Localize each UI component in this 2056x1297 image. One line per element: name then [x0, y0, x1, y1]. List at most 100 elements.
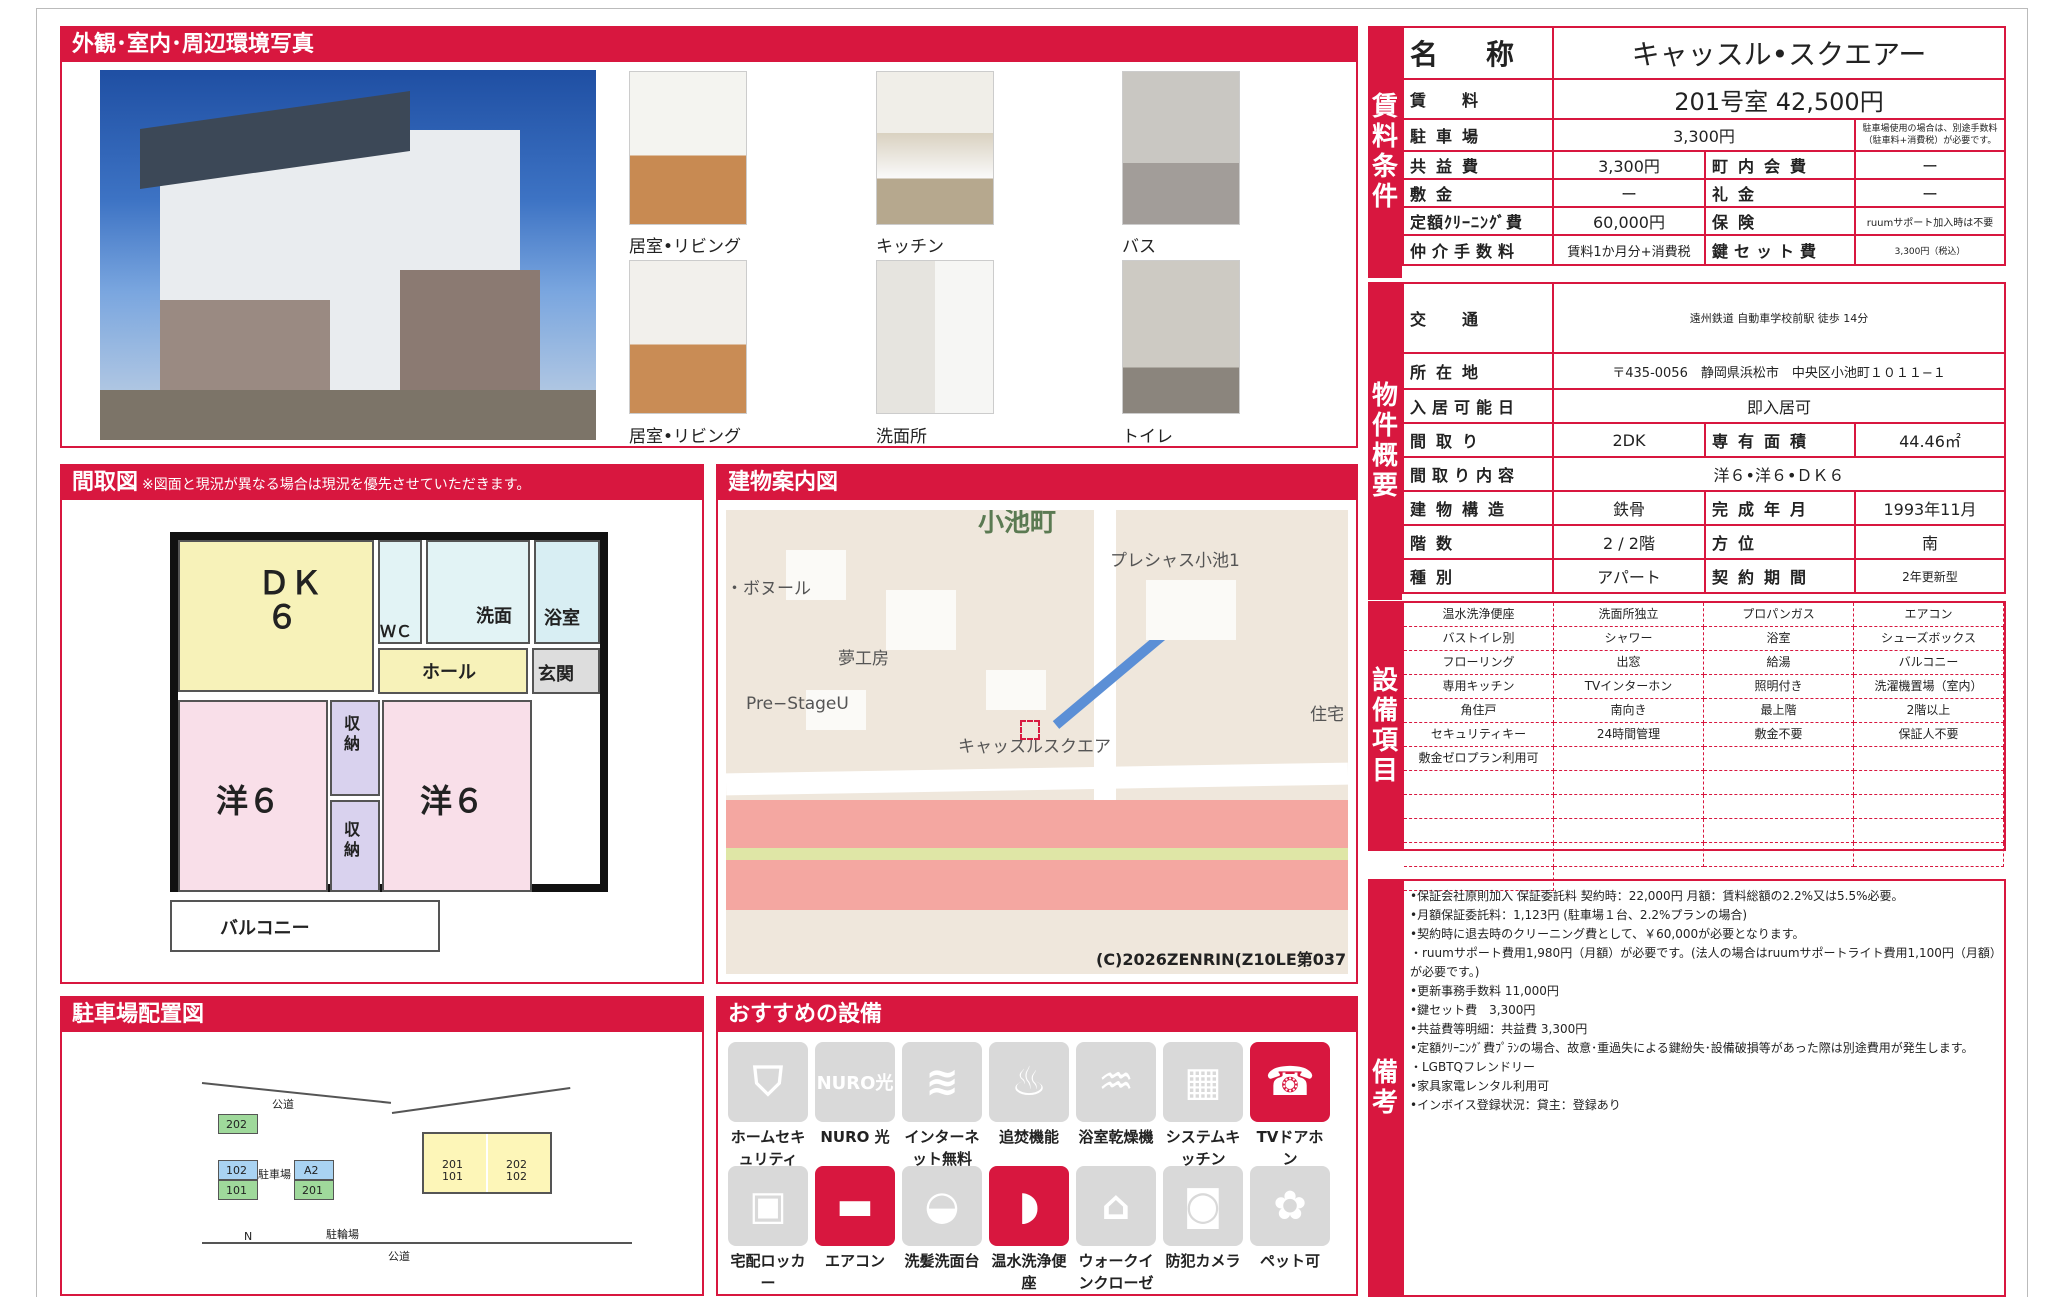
common-fee-value: 3,300円	[1552, 150, 1706, 180]
equipment-item	[1404, 819, 1554, 843]
feature-label: インターネット無料	[904, 1128, 980, 1168]
feature-label: システムキッチン	[1165, 1128, 1241, 1168]
feature-label: ペット可	[1259, 1252, 1320, 1270]
equipment-item	[1854, 819, 2004, 843]
remark-line: •定額ｸﾘｰﾆﾝｸﾞ費ﾌﾟﾗﾝの場合、故意･重過失による鍵紛失･設備破損等があっ…	[1410, 1041, 1974, 1055]
feature-bathtub: ♨ 追焚機能	[989, 1042, 1069, 1148]
parking-bike-label: 駐輪場	[326, 1228, 359, 1241]
address-value: 〒435-0056 静岡県浜松市 中央区小池町１０１１−１	[1552, 352, 2006, 390]
floorplan-panel: 間取図 ※図面と現況が異なる場合は現況を優先させていただきます。 ＤＫ ６ ＷＣ …	[60, 464, 704, 984]
floorplan-note: ※図面と現況が異なる場合は現況を優先させていただきます。	[142, 477, 531, 493]
name-label: 名 称	[1402, 26, 1554, 80]
remark-line: •契約時に退去時のクリーニング費として、￥60,000が必要となります。	[1410, 927, 1805, 941]
layout-value: 2DK	[1552, 422, 1706, 458]
floorplan-drawing[interactable]: ＤＫ ６ ＷＣ 洗面 浴室 ホール 玄関 洋６ 洋６ 収納 収納 バルコニー	[62, 500, 702, 984]
rent-label: 賃 料	[1402, 78, 1554, 120]
area-value: 44.46㎡	[1854, 422, 2006, 458]
equipment-item	[1704, 795, 1854, 819]
area-map[interactable]: 小池町 プレシャス小池1 ・ボヌール 夢工房 Pre−StageU キャッスルス…	[726, 510, 1348, 974]
toilet-icon: ◗	[989, 1166, 1069, 1246]
equipment-item	[1404, 843, 1554, 867]
feature-nuro: NURO光 NURO 光	[815, 1042, 895, 1148]
map-marker-icon	[1020, 720, 1040, 740]
room-hall: ホール	[422, 662, 476, 683]
parking-panel: 駐車場配置図 公道 公道 駐車場 駐輪場 N 202 102 101 A2 20…	[60, 996, 704, 1296]
type-label: 種別	[1402, 558, 1554, 594]
caption-kitchen: キッチン	[876, 237, 944, 257]
cleaning-fee-label: 定額ｸﾘｰﾆﾝｸﾞ費	[1402, 206, 1554, 236]
room-wc: ＷＣ	[380, 622, 413, 641]
remark-line: •鍵セット費 3,300円	[1410, 1003, 1536, 1017]
insurance-label: 保険	[1704, 206, 1856, 236]
room-sink: 洗面	[476, 606, 512, 627]
feature-camera: ◙ 防犯カメラ	[1163, 1166, 1243, 1272]
dryer-icon: ♒	[1076, 1042, 1156, 1122]
equipment-item: 洗濯機置場（室内）	[1854, 675, 2004, 699]
type-value: アパート	[1552, 558, 1706, 594]
remark-line: ・ruumサポート費用1,980円（月額）が必要です。(法人の場合はruumサポ…	[1410, 946, 1996, 979]
room-western-1: 洋６	[216, 782, 281, 820]
equipment-item	[1554, 843, 1704, 867]
photo-living-2[interactable]	[629, 260, 747, 414]
equipment-item: 保証人不要	[1854, 723, 2004, 747]
equipment-item	[1704, 819, 1854, 843]
photo-living-1[interactable]	[629, 71, 747, 225]
parking-diagram[interactable]: 公道 公道 駐車場 駐輪場 N 202 102 101 A2 201 201 1…	[62, 1032, 702, 1296]
space-102: 102	[226, 1164, 247, 1177]
caption-toilet: トイレ	[1122, 427, 1173, 447]
structure-label: 建物構造	[1402, 490, 1554, 526]
town-fee-label: 町内会費	[1704, 150, 1856, 180]
equipment-tab: 設備項目	[1368, 601, 1402, 851]
parking-fee-value: 3,300円	[1552, 118, 1856, 152]
photo-washroom[interactable]	[876, 260, 994, 414]
room-balcony: バルコニー	[220, 918, 310, 939]
remarks-list: •保証会社原則加入 保証委託料 契約時：22,000円 月額：賃料総額の2.2%…	[1410, 887, 2000, 1115]
feature-shield: ⛉ ホームセキュリティ	[728, 1042, 808, 1170]
overview-table: 交 通遠州鉄道 自動車学校前駅 徒歩 14分 所在地 〒435-0056 静岡県浜…	[1402, 282, 2006, 594]
feature-intercom: ☎ TVドアホン	[1250, 1042, 1330, 1170]
equipment-item	[1854, 771, 2004, 795]
feature-locker: ▣ 宅配ロッカー	[728, 1166, 808, 1294]
feature-label: ウォークインクローゼット	[1078, 1252, 1154, 1292]
nuro-icon: NURO光	[815, 1042, 895, 1122]
equipment-item: 24時間管理	[1554, 723, 1704, 747]
property-name: キャッスル•スクエアー	[1552, 26, 2006, 80]
space-201: 201	[302, 1184, 323, 1197]
closet-icon: ⌂	[1076, 1166, 1156, 1246]
exterior-photo[interactable]	[100, 70, 596, 440]
feature-kitchen: ▦ システムキッチン	[1163, 1042, 1243, 1170]
photo-toilet[interactable]	[1122, 260, 1240, 414]
equipment-item: フローリング	[1404, 651, 1554, 675]
feature-paw: ✿ ペット可	[1250, 1166, 1330, 1272]
map-label-town: 小池町	[978, 510, 1057, 538]
photo-kitchen[interactable]	[876, 71, 994, 225]
layout-label: 間取り	[1402, 422, 1554, 458]
equipment-item	[1404, 771, 1554, 795]
map-title: 建物案内図	[718, 466, 1356, 500]
room-dk-size: ６	[266, 598, 299, 636]
map-label-preshas: プレシャス小池1	[1110, 551, 1240, 571]
key-money-label: 礼金	[1704, 178, 1856, 208]
equipment-grid: 温水洗浄便座 洗面所独立 プロパンガス エアコン バストイレ別 シャワー 浴室 シューズボック…	[1402, 601, 2006, 891]
feature-label: 追焚機能	[998, 1128, 1059, 1146]
equipment-item: バストイレ別	[1404, 627, 1554, 651]
area-label: 専有面積	[1704, 422, 1856, 458]
remark-line: •月額保証委託料：1,123円 (駐車場１台、2.2%プランの場合)	[1410, 908, 1748, 922]
feature-washbasin: ◒ 洗髪洗面台	[902, 1166, 982, 1272]
map-panel: 建物案内図 小池町 プレシャス小池1 ・ボヌール 夢工房 Pre−StageU …	[716, 464, 1358, 984]
rent-table: 名 称キャッスル•スクエアー 賃 料 201号室 42,500円 駐車場 3,300…	[1402, 26, 2006, 266]
unit-102: 102	[506, 1170, 527, 1183]
photos-panel: 外観･室内･周辺環境写真 居室•リビング キッチン バス 居室•リビング 洗面所…	[60, 26, 1358, 448]
cleaning-fee-value: 60,000円	[1552, 206, 1706, 236]
remark-line: ・LGBTQフレンドリー	[1410, 1060, 1535, 1074]
contract-label: 契約期間	[1704, 558, 1856, 594]
washbasin-icon: ◒	[902, 1166, 982, 1246]
structure-value: 鉄骨	[1552, 490, 1706, 526]
equipment-item: 浴室	[1704, 627, 1854, 651]
unit-101: 101	[442, 1170, 463, 1183]
photo-bath[interactable]	[1122, 71, 1240, 225]
equipment-item	[1704, 747, 1854, 771]
deposit-label: 敷金	[1402, 178, 1554, 208]
brokerage-fee-value: 賃料1か月分+消費税	[1552, 234, 1706, 266]
kitchen-icon: ▦	[1163, 1042, 1243, 1122]
